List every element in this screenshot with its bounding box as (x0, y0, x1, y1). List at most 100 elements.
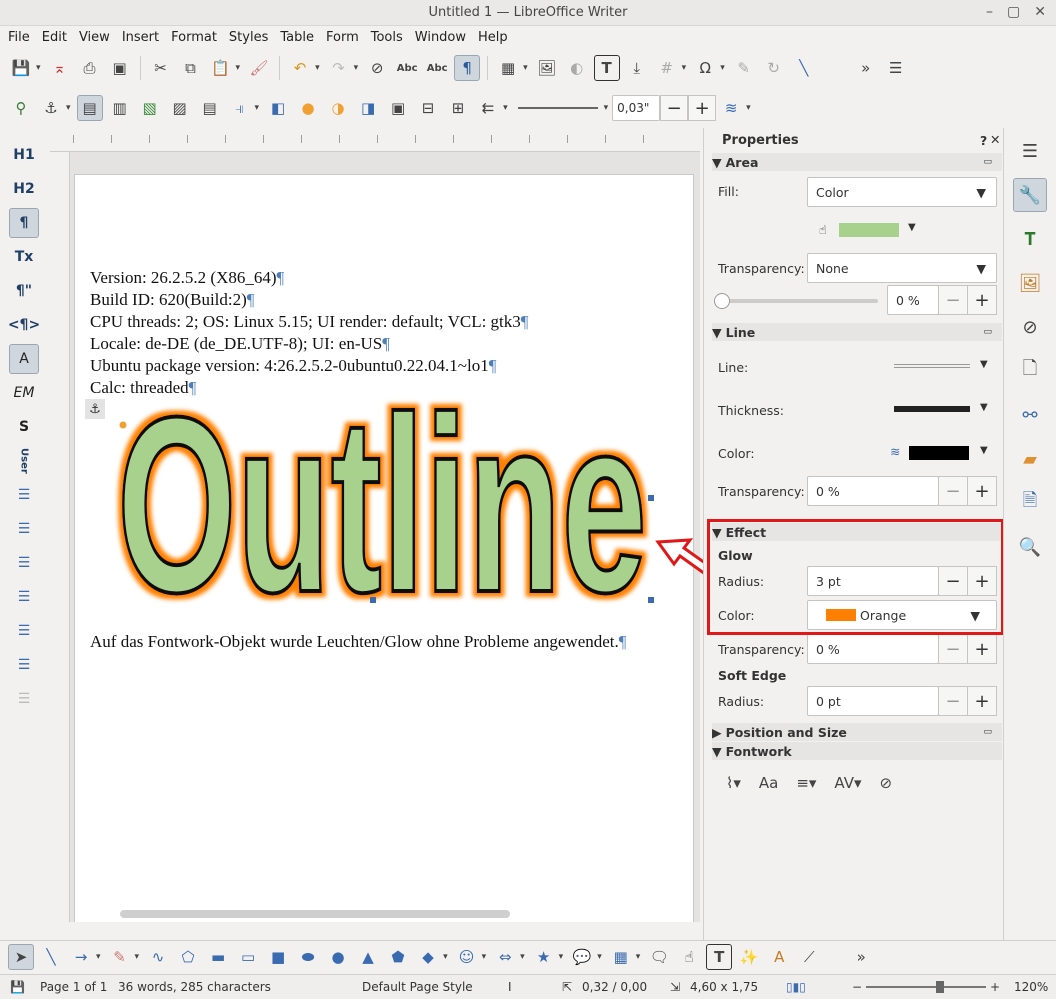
fill-color-picker-icon[interactable]: ☝ (819, 222, 827, 237)
maximize-icon[interactable]: ▢ (1007, 4, 1020, 20)
sidebar-menu-icon[interactable]: ☰ (883, 55, 909, 81)
line-style-dropdown-icon[interactable]: ▼ (980, 359, 988, 370)
back-one-icon[interactable]: ◑ (325, 95, 351, 121)
zoom-out-icon[interactable]: − (852, 980, 862, 994)
track-changes-icon[interactable]: ↻ (761, 55, 787, 81)
style-emphasis-icon[interactable]: EM (9, 378, 39, 408)
fill-color-dropdown-icon[interactable]: ▼ (908, 222, 916, 233)
view-layout-icons[interactable]: ▯▮▯ (786, 980, 806, 994)
fontwork-shape-icon[interactable]: ⌇▾ (726, 774, 741, 792)
more-options-icon[interactable]: ▭ (983, 157, 992, 167)
horizontal-ruler[interactable]: | | | | | | | | | | | | | | | | (50, 130, 700, 152)
line-icon[interactable]: ╲ (791, 55, 817, 81)
bring-to-front-icon[interactable]: ◧ (265, 95, 291, 121)
textbox-icon[interactable]: T (593, 55, 620, 81)
sidebar-menu-icon[interactable]: ☰ (1013, 134, 1047, 168)
symbol-shapes-icon[interactable]: ☺ (454, 944, 480, 970)
fontwork-alignment-icon[interactable]: ≡▾ (796, 774, 816, 792)
menu-edit[interactable]: Edit (36, 30, 73, 45)
more-options-icon[interactable]: ▭ (983, 727, 992, 737)
style-heading2-icon[interactable]: H2 (9, 174, 39, 204)
transparency-slider-knob[interactable] (714, 293, 730, 309)
overflow-chevron-icon[interactable]: » (853, 55, 879, 81)
image-icon[interactable]: 🖼 (534, 55, 560, 81)
export-pdf-icon[interactable]: ⌅ (47, 55, 73, 81)
fontwork-gallery-icon[interactable]: A (766, 944, 792, 970)
table-icon[interactable]: ▦ (495, 55, 521, 81)
rotation-handle[interactable] (119, 421, 127, 429)
to-foreground-icon[interactable]: ▣ (385, 95, 411, 121)
style-text-body-icon[interactable]: ¶ (9, 208, 39, 238)
toggle-extrusion-icon[interactable]: ⟋ (796, 944, 822, 970)
zoom-slider[interactable] (866, 986, 986, 988)
fontwork-section-header[interactable]: ▼ Fontwork (712, 742, 1002, 760)
print-preview-icon[interactable]: ▣ (107, 55, 133, 81)
rounded-rect-icon[interactable]: ▭ (235, 944, 261, 970)
style-preformatted-icon[interactable]: <¶> (8, 310, 40, 340)
menu-view[interactable]: View (73, 30, 116, 45)
style-strong-icon[interactable]: S (9, 412, 39, 442)
area-transparency-value[interactable]: 0 % (887, 285, 939, 315)
menu-insert[interactable]: Insert (116, 30, 165, 45)
effect-transparency-minus[interactable]: − (938, 634, 968, 664)
pentagon-icon[interactable]: ⬟ (385, 944, 411, 970)
navigator-tab-icon[interactable]: ⊘ (1013, 310, 1047, 344)
overflow-chevron-icon[interactable]: » (848, 944, 874, 970)
document-text[interactable]: Version: 26.2.5.2 (X86_64)¶ Build ID: 620… (90, 267, 690, 399)
soft-edge-radius-plus[interactable]: + (967, 686, 997, 716)
line-width-field[interactable]: 0,03" (612, 95, 661, 121)
more-options-icon[interactable]: ▭ (983, 327, 992, 337)
line-arrow-icon[interactable]: → (68, 944, 94, 970)
stars-icon[interactable]: ★ (531, 944, 557, 970)
basic-shapes-icon[interactable]: ◆ (415, 944, 441, 970)
block-arrows-icon[interactable]: ⇔ (492, 944, 518, 970)
hyperlink-icon[interactable]: ✎ (731, 55, 757, 81)
position-size-section-header[interactable]: ▶ Position and Size ▭ (712, 723, 1002, 741)
zoom-slider-knob[interactable] (936, 981, 944, 993)
polygon-icon[interactable]: ⬠ (175, 944, 201, 970)
find-tab-icon[interactable]: 🔍 (1013, 530, 1047, 564)
menu-format[interactable]: Format (165, 30, 223, 45)
area-transparency-select[interactable]: None ▼ (807, 253, 997, 283)
ungroup-icon[interactable]: ⊞ (445, 95, 471, 121)
align-objects-icon[interactable]: ⫣ (227, 95, 253, 121)
text-line[interactable]: Version: 26.2.5.2 (X86_64)¶ (90, 267, 690, 289)
fontwork-icon[interactable]: ✨ (736, 944, 762, 970)
wrap-left-icon[interactable]: ▨ (167, 95, 193, 121)
sidebar-close-icon[interactable]: ✕ (990, 132, 1000, 147)
copy-icon[interactable]: ⧉ (178, 55, 204, 81)
freeform-icon[interactable]: ✎ (107, 944, 133, 970)
list-disabled-icon[interactable]: ☰ (9, 684, 39, 714)
list-alpha-lower-icon[interactable]: ☰ (9, 582, 39, 612)
line-color-icon[interactable]: ≋ (890, 444, 900, 459)
curve-icon[interactable]: ∿ (145, 944, 171, 970)
line-section-header[interactable]: ▼ Line ▭ (712, 323, 1002, 341)
fontwork-spacing-icon[interactable]: AV▾ (834, 774, 861, 792)
forward-one-icon[interactable]: ● (295, 95, 321, 121)
page-count[interactable]: Page 1 of 1 (40, 980, 107, 994)
wrap-right-icon[interactable]: ▤ (197, 95, 223, 121)
fill-color-swatch[interactable] (839, 223, 899, 237)
list-bullet-icon[interactable]: ☰ (9, 480, 39, 510)
line-transparency-plus[interactable]: + (967, 476, 997, 506)
line-transparency-value[interactable]: 0 % (807, 476, 939, 506)
line-width-minus[interactable]: − (660, 95, 689, 121)
minimize-icon[interactable]: – (986, 4, 993, 20)
line-color-dropdown-icon[interactable]: ▼ (980, 445, 988, 456)
text-line[interactable]: Ubuntu package version: 4:26.2.5.2-0ubun… (90, 355, 690, 377)
triangle-icon[interactable]: ▲ (355, 944, 381, 970)
line-color-icon[interactable]: ≋ (718, 95, 744, 121)
page[interactable]: Version: 26.2.5.2 (X86_64)¶ Build ID: 620… (74, 174, 694, 922)
menu-styles[interactable]: Styles (223, 30, 274, 45)
thickness-preview[interactable] (894, 406, 970, 412)
properties-tab-icon[interactable]: 🔧 (1013, 178, 1047, 212)
callouts-icon[interactable]: 💬 (569, 944, 595, 970)
field-icon[interactable]: # (654, 55, 680, 81)
text-line[interactable]: CPU threads: 2; OS: Linux 5.15; UI rende… (90, 311, 690, 333)
area-transparency-minus[interactable]: − (938, 285, 968, 315)
spelling-icon[interactable]: Abc (394, 55, 420, 81)
textbox-icon[interactable]: T (706, 943, 733, 970)
after-paragraph[interactable]: Auf das Fontwork-Objekt wurde Leuchten/G… (90, 632, 700, 652)
wrap-optimal-icon[interactable]: ▧ (137, 95, 163, 121)
redo-icon[interactable]: ↷ (326, 55, 352, 81)
